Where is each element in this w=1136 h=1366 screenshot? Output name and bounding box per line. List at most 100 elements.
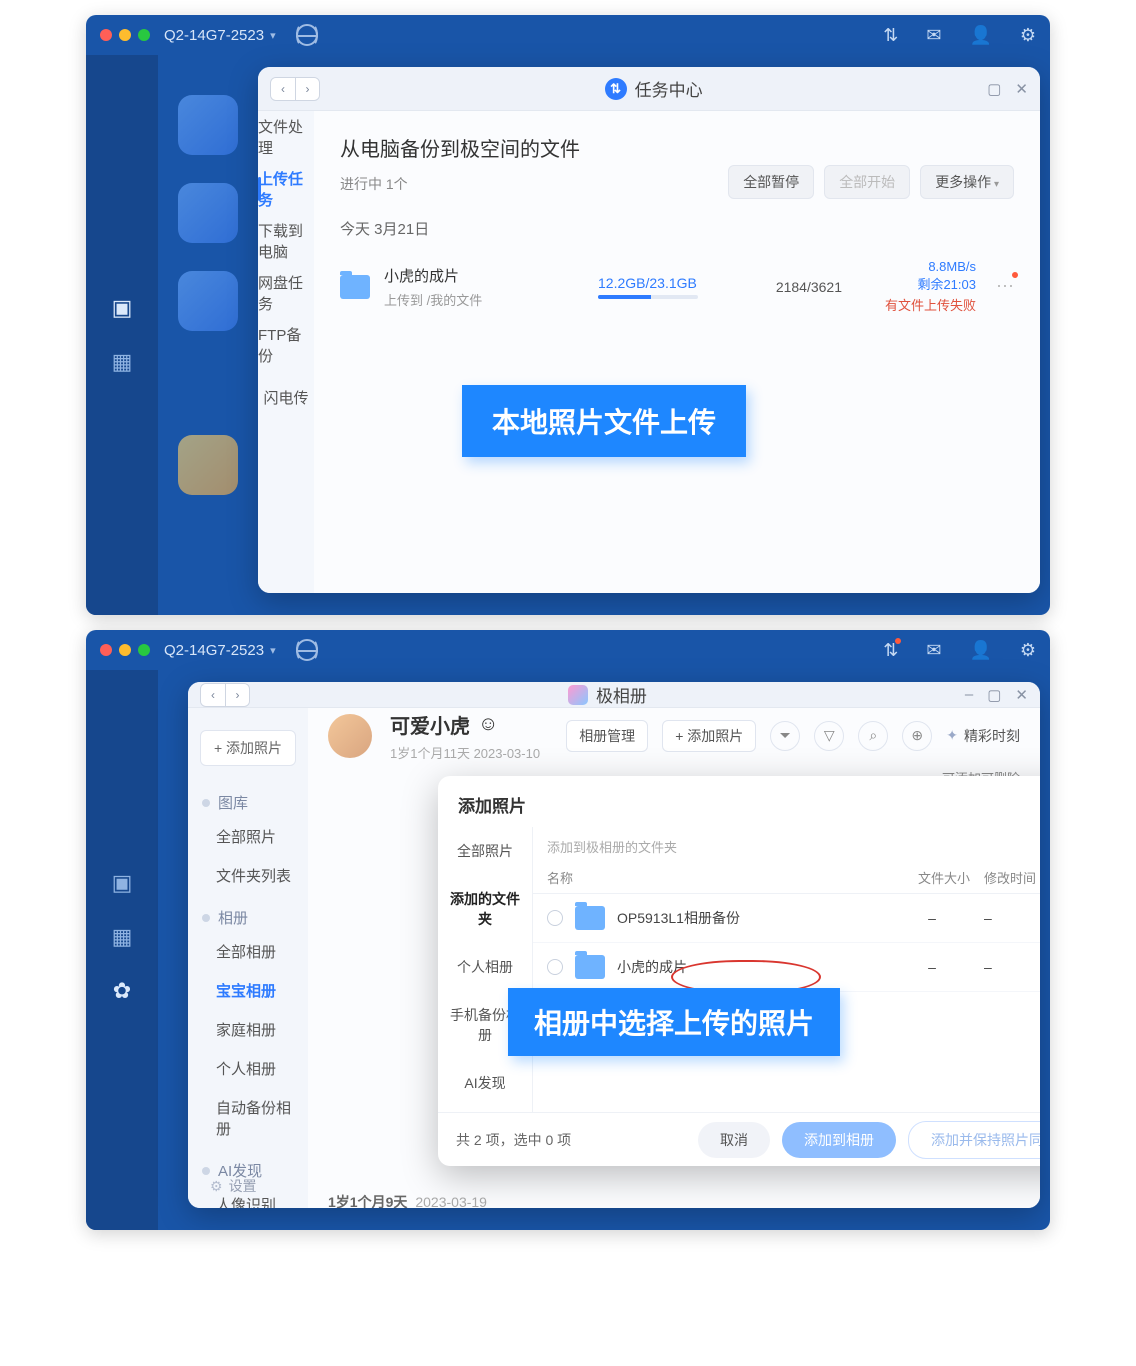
nav-back-button[interactable]: ‹ [271,78,295,100]
close-icon[interactable] [100,29,112,41]
cancel-button[interactable]: 取消 [698,1122,770,1158]
radio-button[interactable] [547,959,563,975]
app-tile [178,95,238,155]
photos-app-icon[interactable]: ✿ [113,978,131,1004]
tab-flash-transfer[interactable]: 闪电传 [258,371,314,423]
more-actions-button[interactable]: 更多操作 [920,165,1014,199]
user-icon[interactable]: 👤 [969,25,991,46]
traffic-lights[interactable] [100,644,150,656]
gear-icon[interactable]: ⚙ [1020,25,1036,46]
settings-link[interactable]: 设置 [210,1176,257,1196]
zoom-icon[interactable] [138,29,150,41]
col-size[interactable]: 文件大小 [904,868,984,887]
tab-file-processing[interactable]: 文件处理 [258,111,314,163]
device-selector[interactable]: Q2-14G7-2523 ▾ [164,27,276,44]
traffic-lights[interactable] [100,29,150,41]
folder-icon [340,275,370,299]
upload-task-row[interactable]: 小虎的成片 上传到 /我的文件 12.2GB/23.1GB 2184/3621 … [340,253,1014,320]
album-meta: 1岁1个月11天 2023-03-10 [390,743,540,762]
close-icon[interactable] [100,644,112,656]
photos-icon [568,685,588,705]
add-to-album-button[interactable]: 添加到相册 [782,1122,896,1158]
apps-icon[interactable]: ▦ [112,924,133,950]
minimize-icon[interactable] [119,29,131,41]
moments-button[interactable]: 精彩时刻 [946,726,1020,746]
modal-header: ‹ › 极相册 – ▢ ✕ [188,682,1040,708]
section-library[interactable]: 图库 [188,780,308,817]
nav-all-albums[interactable]: 全部相册 [188,932,308,971]
dialog-title: 添加照片 [438,776,1040,827]
nav-fwd-button[interactable]: › [225,684,249,706]
tab-ai-discover[interactable]: AI发现 [438,1059,532,1107]
photos-main: 可爱小虎☺ 1岁1个月11天 2023-03-10 相册管理 + 添加照片 ⏷ … [308,708,1040,1208]
nav-all-photos[interactable]: 全部照片 [188,817,308,856]
minimize-icon[interactable] [119,644,131,656]
section-albums[interactable]: 相册 [188,895,308,932]
funnel-icon[interactable]: ▽ [814,721,844,751]
col-name[interactable]: 名称 [547,868,904,887]
dialog-tabs: 全部照片 添加的文件夹 个人相册 手机备份相册 AI发现 [438,827,533,1112]
maximize-icon[interactable]: ▢ [987,686,1001,704]
nav-back-button[interactable]: ‹ [201,684,225,706]
transfer-icon[interactable]: ⇅ [883,25,898,46]
globe-icon[interactable] [296,639,318,661]
col-modified[interactable]: 修改时间 [984,868,1040,887]
tab-all-photos[interactable]: 全部照片 [438,827,532,875]
gear-icon[interactable]: ⚙ [1020,640,1036,661]
annotation-overlay: 本地照片文件上传 [462,385,746,457]
titlebar: Q2-14G7-2523 ▾ ⇅ ✉ 👤 ⚙ [86,15,1050,55]
apps-icon[interactable]: ▦ [112,349,133,375]
zoom-icon[interactable] [138,644,150,656]
nav-personal-album[interactable]: 个人相册 [188,1049,308,1088]
radio-button[interactable] [547,910,563,926]
add-photos-button[interactable]: + 添加照片 [200,730,296,766]
modal-title: ⇅ 任务中心 [320,76,987,101]
nav-folder-list[interactable]: 文件夹列表 [188,856,308,895]
device-selector[interactable]: Q2-14G7-2523 ▾ [164,642,276,659]
nav-family-album[interactable]: 家庭相册 [188,1010,308,1049]
nav-autobackup-album[interactable]: 自动备份相册 [188,1088,308,1148]
tab-personal-album[interactable]: 个人相册 [438,943,532,991]
user-icon[interactable]: 👤 [969,640,991,661]
pause-all-button[interactable]: 全部暂停 [728,165,814,199]
tab-ftp-backup[interactable]: FTP备份 [258,319,314,371]
nav-buttons: ‹ › [200,683,250,707]
mail-icon[interactable]: ✉ [926,25,941,46]
manage-album-button[interactable]: 相册管理 [566,720,648,752]
drive-icon[interactable]: ▣ [112,295,133,321]
more-icon[interactable]: ⋯ [996,276,1014,297]
app-rail: ▣ ▦ ✿ [86,670,158,1230]
eta: 剩余21:03 [856,274,976,293]
start-all-button[interactable]: 全部开始 [824,165,910,199]
add-sync-button[interactable]: 添加并保持照片同步 [908,1121,1040,1159]
close-icon[interactable]: ✕ [1015,80,1028,98]
folder-name: 小虎的成片 [617,957,880,977]
tab-download[interactable]: 下载到电脑 [258,215,314,267]
desktop-tiles [178,95,238,555]
transfer-icon[interactable]: ⇅ [883,640,898,661]
filter-icon[interactable]: ⏷ [770,721,800,751]
folder-row[interactable]: 小虎的成片 – – [533,943,1040,992]
avatar [328,714,372,758]
zoom-icon[interactable]: ⊕ [902,721,932,751]
tab-added-folders[interactable]: 添加的文件夹 [438,875,532,943]
task-destination: 上传到 /我的文件 [384,290,584,309]
drive-icon[interactable]: ▣ [112,870,133,896]
window-task-center: Q2-14G7-2523 ▾ ⇅ ✉ 👤 ⚙ ▣ ▦ ‹ › ⇅ [86,15,1050,615]
app-tile [178,435,238,495]
add-photos-dialog: 添加照片 全部照片 添加的文件夹 个人相册 手机备份相册 AI发现 添加到极相册… [438,776,1040,1166]
tab-cloud-tasks[interactable]: 网盘任务 [258,267,314,319]
search-icon[interactable]: ⌕ [858,721,888,751]
globe-icon[interactable] [296,24,318,46]
folder-row[interactable]: OP5913L1相册备份 – – [533,894,1040,943]
nav-fwd-button[interactable]: › [295,78,319,100]
window-controls: – ▢ ✕ [965,686,1028,704]
add-photo-button[interactable]: + 添加照片 [662,720,756,752]
tab-upload-tasks[interactable]: 上传任务 [258,163,314,215]
minimize-icon[interactable]: – [965,686,973,704]
close-icon[interactable]: ✕ [1015,686,1028,704]
nav-baby-album[interactable]: 宝宝相册 [188,971,308,1010]
mail-icon[interactable]: ✉ [926,640,941,661]
maximize-icon[interactable]: ▢ [987,80,1001,98]
dialog-list: 添加到极相册的文件夹 名称 文件大小 修改时间 OP5913L1相册备份 [533,827,1040,1112]
